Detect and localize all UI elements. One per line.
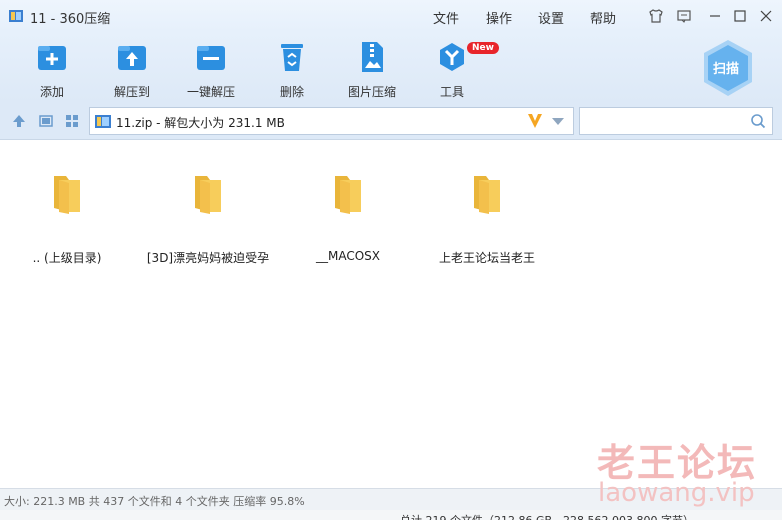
- scan-button[interactable]: 扫描: [700, 38, 756, 98]
- menu-operation[interactable]: 操作: [486, 8, 512, 27]
- extract-to-icon: [118, 46, 146, 70]
- add-label: 添加: [39, 85, 64, 99]
- menu-settings[interactable]: 设置: [538, 8, 564, 27]
- app-logo-icon: [9, 10, 23, 22]
- watermark-url: laowang.vip: [598, 478, 755, 508]
- extract-to-button[interactable]: 解压到: [97, 40, 167, 100]
- title-bar: 11 - 360压缩 文件 操作 设置 帮助: [0, 0, 782, 32]
- add-button[interactable]: 添加: [17, 40, 87, 100]
- folder-icon: [54, 176, 80, 214]
- close-icon[interactable]: [757, 7, 775, 25]
- search-input[interactable]: [579, 107, 773, 135]
- one-click-extract-icon: [197, 46, 225, 70]
- path-dropdown-icon[interactable]: [552, 118, 564, 125]
- file-name: .. (上级目录): [32, 251, 102, 265]
- search-icon[interactable]: [750, 113, 766, 129]
- address-bar: 11.zip - 解包大小为 231.1 MB: [0, 102, 782, 140]
- add-icon: [38, 46, 66, 70]
- menu-help[interactable]: 帮助: [590, 8, 616, 27]
- folder-icon: [195, 176, 221, 214]
- menu-file[interactable]: 文件: [433, 8, 459, 27]
- tools-label: 工具: [439, 85, 464, 99]
- path-text: 11.zip - 解包大小为 231.1 MB: [116, 116, 285, 130]
- folder-icon: [335, 176, 361, 214]
- file-item-folder[interactable]: [3D]漂亮妈妈被迫受孕: [138, 170, 278, 266]
- zip-file-icon: [95, 115, 111, 128]
- one-click-extract-label: 一键解压: [186, 85, 235, 99]
- file-name: 上老王论坛当老王: [438, 251, 535, 265]
- path-field[interactable]: 11.zip - 解包大小为 231.1 MB: [89, 107, 574, 135]
- image-compress-button[interactable]: 图片压缩: [337, 40, 407, 100]
- window-title: 11 - 360压缩: [30, 12, 111, 27]
- scan-label: 扫描: [713, 62, 740, 77]
- image-compress-icon: [362, 42, 383, 72]
- skin-icon[interactable]: [647, 7, 665, 25]
- folder-icon: [474, 176, 500, 214]
- up-arrow-icon[interactable]: [12, 114, 26, 128]
- file-item-folder[interactable]: __MACOSX: [278, 170, 418, 263]
- feedback-icon[interactable]: [675, 7, 693, 25]
- delete-icon: [281, 44, 303, 71]
- maximize-icon[interactable]: [731, 7, 749, 25]
- file-list: .. (上级目录) [3D]漂亮妈妈被迫受孕 __MACOSX 上老王论坛当老王…: [0, 140, 782, 488]
- file-item-parent-dir[interactable]: .. (上级目录): [0, 170, 137, 266]
- delete-label: 删除: [279, 85, 304, 99]
- one-click-extract-button[interactable]: 一键解压: [176, 40, 246, 100]
- file-name: __MACOSX: [315, 249, 380, 263]
- v-logo-icon[interactable]: [526, 111, 544, 131]
- tools-icon: [440, 43, 464, 71]
- status-text: 大小: 221.3 MB 共 437 个文件和 4 个文件夹 压缩率 95.8%: [4, 495, 305, 508]
- image-compress-label: 图片压缩: [347, 85, 396, 99]
- tools-button[interactable]: New 工具: [417, 40, 499, 100]
- background-window-text: 总计 219 个文件（212.86 GB，228,562,003,800 字节）: [400, 512, 694, 520]
- toolbar: 添加 解压到 一键解压 删除 图片压缩 New 工具 扫描: [0, 32, 782, 102]
- view-grid-icon[interactable]: [65, 114, 79, 128]
- new-badge: New: [467, 42, 499, 54]
- app-window: 11 - 360压缩 文件 操作 设置 帮助 添加 解压到 一键解压 删除 图片…: [0, 0, 782, 520]
- delete-button[interactable]: 删除: [257, 40, 327, 100]
- extract-to-label: 解压到: [113, 85, 150, 99]
- view-detail-icon[interactable]: [39, 114, 53, 128]
- minimize-icon[interactable]: [706, 7, 724, 25]
- file-item-folder[interactable]: 上老王论坛当老王: [417, 170, 557, 266]
- file-name: [3D]漂亮妈妈被迫受孕: [146, 251, 270, 265]
- background-window-strip: 总计 219 个文件（212.86 GB，228,562,003,800 字节）: [0, 510, 782, 520]
